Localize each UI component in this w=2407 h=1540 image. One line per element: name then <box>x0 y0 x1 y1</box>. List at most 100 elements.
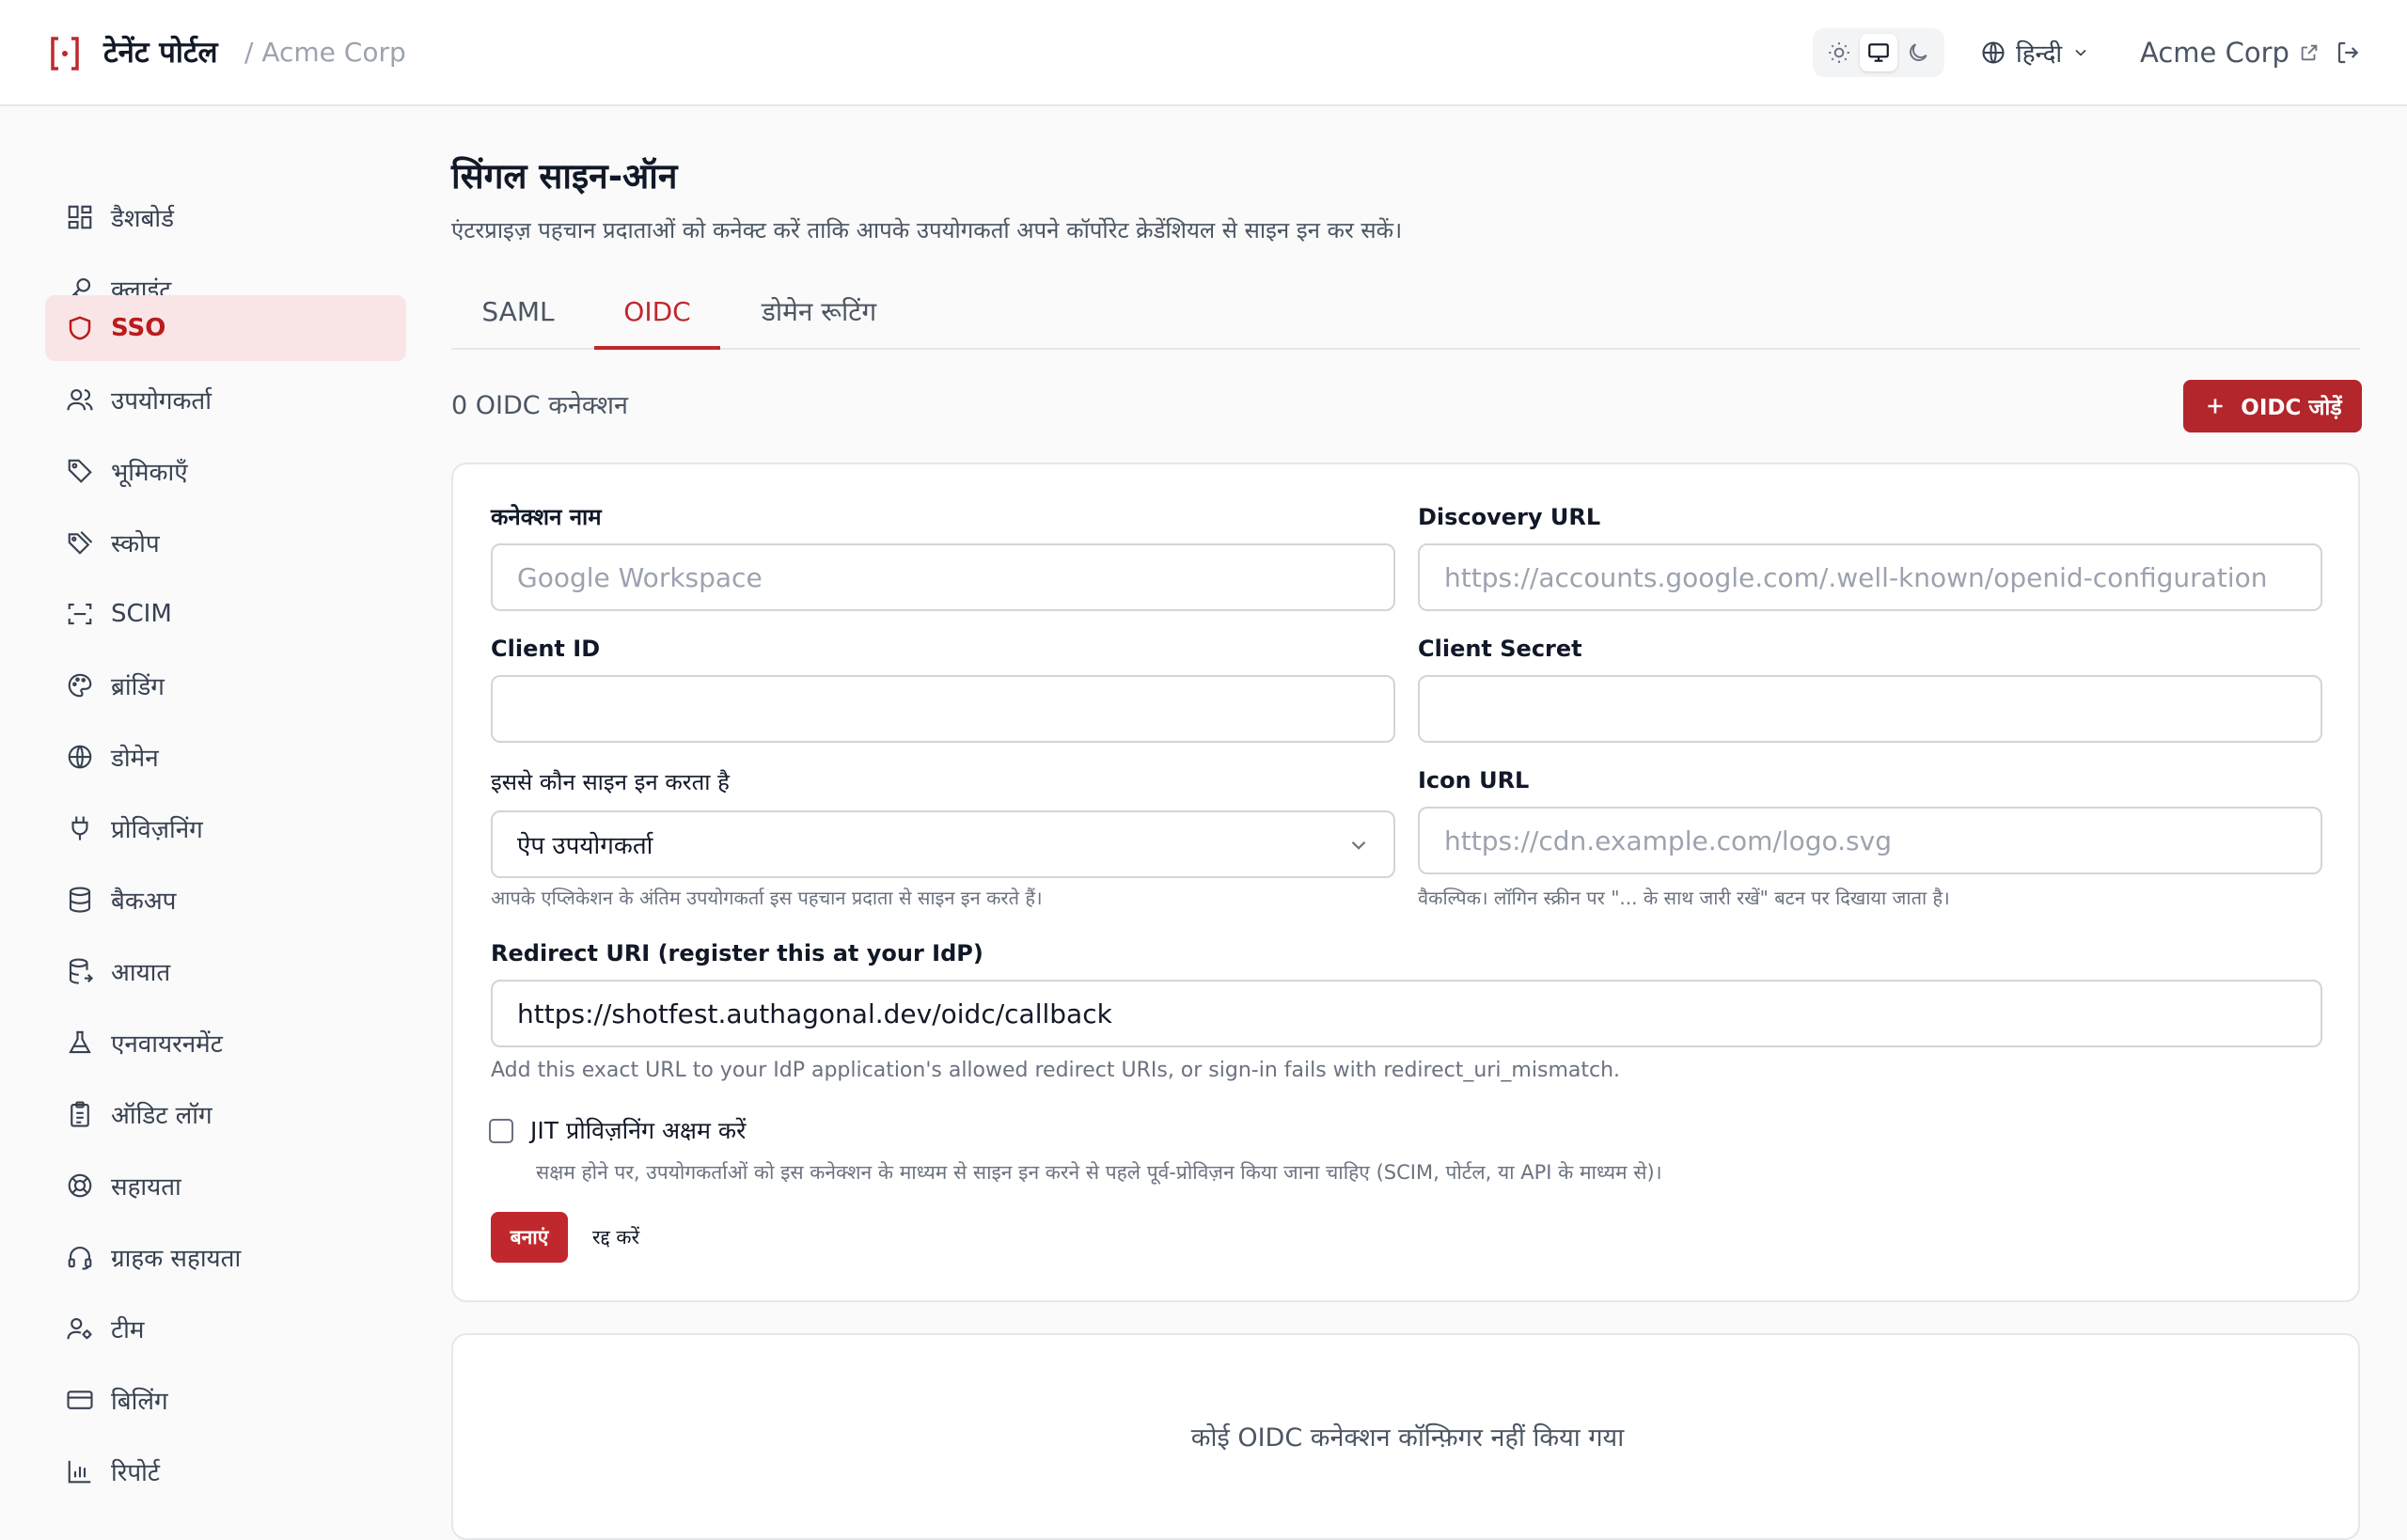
sidebar-item-users[interactable]: उपयोगकर्ता <box>45 367 406 432</box>
page-description: एंटरप्राइज़ पहचान प्रदाताओं को कनेक्ट कर… <box>451 217 1403 244</box>
sidebar-item-label: SSO <box>111 314 166 342</box>
discovery-url-label: Discovery URL <box>1418 504 1601 530</box>
sidebar-item-label: ऑडिट लॉग <box>111 1102 212 1130</box>
add-oidc-button[interactable]: OIDC जोड़ें <box>2183 380 2362 432</box>
sidebar-item-provisioning[interactable]: प्रोविज़निंग <box>45 795 406 861</box>
who-signs-in-help: आपके एप्लिकेशन के अंतिम उपयोगकर्ता इस पह… <box>491 887 1043 909</box>
sidebar-item-scim[interactable]: SCIM <box>45 581 406 647</box>
language-label: हिन्दी <box>2016 40 2063 69</box>
sidebar-item-roles[interactable]: भूमिकाएँ <box>45 438 406 504</box>
lifebuoy-icon <box>68 1173 92 1198</box>
chevron-down-icon <box>1351 841 1366 850</box>
redirect-uri-input[interactable] <box>491 980 2322 1047</box>
sidebar-item-label: बैकअप <box>111 888 177 916</box>
clipboard-icon <box>71 1101 89 1127</box>
client-id-label: Client ID <box>491 636 601 662</box>
plug-icon <box>71 816 88 841</box>
sidebar-item-sso[interactable]: SSO <box>45 295 406 361</box>
sidebar-item-billing[interactable]: बिलिंग <box>45 1367 406 1433</box>
flask-icon <box>69 1030 91 1054</box>
add-oidc-label: OIDC जोड़ें <box>2241 396 2342 420</box>
dashboard-icon <box>68 205 92 229</box>
jit-disable-checkbox[interactable] <box>489 1119 513 1143</box>
sidebar-item-label: स्कोप <box>111 530 160 558</box>
app-title[interactable]: टेनेंट पोर्टल <box>103 32 218 73</box>
client-id-input[interactable] <box>491 675 1395 743</box>
users-icon <box>67 388 93 411</box>
client-secret-input[interactable] <box>1418 675 2322 743</box>
sidebar-item-label: बिलिंग <box>111 1388 168 1416</box>
language-selector[interactable]: हिन्दी <box>1980 32 2090 73</box>
sidebar-item-import[interactable]: आयात <box>45 938 406 1004</box>
cancel-button[interactable]: रद्द करें <box>592 1212 639 1263</box>
monitor-icon[interactable] <box>1860 34 1897 71</box>
empty-state-text: कोई OIDC कनेक्शन कॉन्फ़िगर नहीं किया गया <box>1190 1423 1625 1453</box>
database-icon <box>69 887 91 913</box>
sidebar-item-label: रिपोर्ट <box>111 1459 160 1487</box>
discovery-url-input[interactable] <box>1418 543 2322 611</box>
logout-icon <box>2337 41 2359 64</box>
sidebar-item-customer-support[interactable]: ग्राहक सहायता <box>45 1224 406 1290</box>
sidebar-item-label: SCIM <box>111 600 172 628</box>
breadcrumb: / Acme Corp <box>244 37 406 68</box>
sidebar-item-team[interactable]: टीम <box>45 1296 406 1361</box>
database-import-icon <box>69 958 94 984</box>
credit-card-icon <box>67 1391 93 1409</box>
icon-url-label: Icon URL <box>1418 767 1530 794</box>
plus-icon <box>2208 399 2223 414</box>
jit-disable-label[interactable]: JIT प्रोविज़निंग अक्षम करें <box>530 1113 746 1149</box>
headset-icon <box>68 1246 92 1270</box>
globe-icon <box>1982 41 2005 64</box>
user-cog-icon <box>67 1317 92 1340</box>
org-link-label: Acme Corp <box>2140 37 2289 69</box>
tab-bar: SAML OIDC डोमेन रूटिंग <box>451 282 2360 350</box>
scan-icon <box>68 603 92 625</box>
icon-url-help: वैकल्पिक। लॉगिन स्क्रीन पर "... के साथ ज… <box>1418 887 1950 909</box>
sidebar-item-label: एनवायरनमेंट <box>111 1030 223 1059</box>
external-link-icon <box>2301 44 2318 61</box>
tag-icon <box>68 459 92 483</box>
sidebar-item-label: ब्रांडिंग <box>111 673 165 701</box>
sidebar-item-dashboard[interactable]: डैशबोर्ड <box>45 184 406 250</box>
moon-icon[interactable] <box>1899 34 1937 71</box>
who-signs-in-select[interactable]: ऐप उपयोगकर्ता <box>491 810 1395 878</box>
tab-domain-routing[interactable]: डोमेन रूटिंग <box>739 282 899 350</box>
tags-icon <box>68 530 93 555</box>
sidebar-item-label: टीम <box>111 1316 145 1344</box>
sun-icon[interactable] <box>1820 34 1858 71</box>
globe-icon <box>68 745 92 769</box>
sidebar-item-label: सहायता <box>111 1173 181 1202</box>
sidebar-item-audit-log[interactable]: ऑडिट लॉग <box>45 1081 406 1147</box>
client-secret-label: Client Secret <box>1418 636 1582 662</box>
logout-button[interactable] <box>2330 34 2368 71</box>
sidebar-item-scopes[interactable]: स्कोप <box>45 510 406 575</box>
sidebar-item-branding[interactable]: ब्रांडिंग <box>45 652 406 718</box>
org-link[interactable]: Acme Corp <box>2140 32 2320 73</box>
sidebar-item-backup[interactable]: बैकअप <box>45 867 406 933</box>
redirect-uri-help: Add this exact URL to your IdP applicati… <box>491 1059 1621 1082</box>
empty-state-card: कोई OIDC कनेक्शन कॉन्फ़िगर नहीं किया गया <box>451 1333 2360 1540</box>
sidebar-item-reports[interactable]: रिपोर्ट <box>45 1438 406 1504</box>
sidebar-item-label: आयात <box>111 959 171 987</box>
jit-disable-help: सक्षम होने पर, उपयोगकर्ताओं को इस कनेक्श… <box>536 1161 1662 1184</box>
create-button[interactable]: बनाएं <box>491 1212 568 1263</box>
page-title: सिंगल साइन-ऑन <box>451 156 678 196</box>
brand-logo-icon <box>49 35 83 72</box>
connection-name-label: कनेक्शन नाम <box>491 504 602 530</box>
sidebar-item-label: उपयोगकर्ता <box>111 387 212 416</box>
tab-saml[interactable]: SAML <box>451 282 585 350</box>
connection-name-input[interactable] <box>491 543 1395 611</box>
sidebar-item-domains[interactable]: डोमेन <box>45 724 406 790</box>
palette-icon <box>68 673 92 698</box>
sidebar: डैशबोर्ड क्लाइंट SSO उपयोगकर्ता भूमिकाएँ… <box>0 106 433 1504</box>
connection-count: 0 OIDC कनेक्शन <box>451 391 629 420</box>
sidebar-item-help[interactable]: सहायता <box>45 1153 406 1218</box>
shield-icon <box>69 316 91 340</box>
icon-url-input[interactable] <box>1418 807 2322 874</box>
top-bar: टेनेंट पोर्टल / Acme Corp हिन्दी Acme Co… <box>0 0 2407 106</box>
sidebar-item-label: ग्राहक सहायता <box>111 1245 242 1273</box>
redirect-uri-label: Redirect URI (register this at your IdP) <box>491 940 983 966</box>
sidebar-item-environment[interactable]: एनवायरनमेंट <box>45 1010 406 1076</box>
who-signs-in-label: इससे कौन साइन इन करता है <box>491 769 730 795</box>
tab-oidc[interactable]: OIDC <box>594 282 720 350</box>
